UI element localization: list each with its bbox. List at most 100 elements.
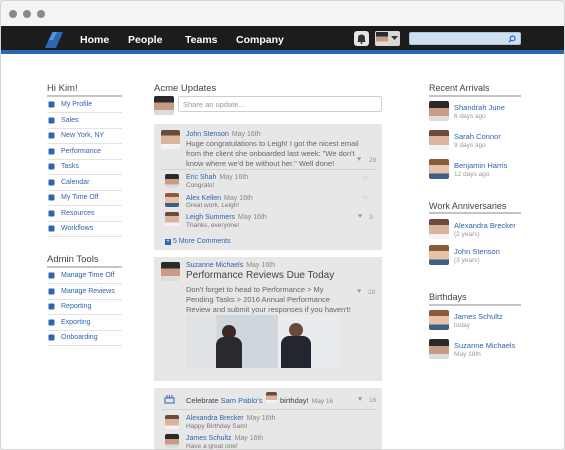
minimize-dot-icon[interactable] [23, 10, 31, 18]
search-input[interactable] [409, 32, 521, 45]
sidebar-item-workflows[interactable]: Workflows [47, 222, 122, 237]
person-subtext: 9 days ago [454, 142, 486, 149]
author-avatar[interactable] [161, 130, 180, 149]
clock-icon [48, 272, 55, 279]
sidebar-item-performance[interactable]: Performance [47, 145, 122, 160]
person-name-link[interactable]: Alexandra Brecker [454, 221, 516, 230]
sidebar-item-reporting[interactable]: Reporting [47, 300, 122, 315]
comment-avatar[interactable] [165, 434, 179, 448]
calendar-icon [48, 179, 55, 186]
sidebar-item-label: Onboarding [61, 334, 98, 341]
comment-date: May 16th [224, 195, 253, 202]
comment-avatar[interactable] [165, 193, 179, 207]
like-heart-icon[interactable]: ♡ [362, 175, 368, 183]
post-text: Don't forget to head to Performance > My… [186, 285, 351, 314]
title-bar [1, 1, 564, 26]
person-name-link[interactable]: Shandrah June [454, 103, 505, 112]
person-name-link[interactable]: John Stenson [454, 247, 500, 256]
person-name-link[interactable]: Sarah Connor [454, 132, 501, 141]
nav-teams[interactable]: Teams [185, 34, 218, 46]
person-subtext: (2 years) [454, 231, 480, 238]
person-avatar[interactable] [429, 101, 449, 121]
user-menu[interactable] [375, 31, 400, 46]
export-icon [48, 319, 55, 326]
person-subtext: today [454, 322, 470, 329]
notifications-bell-icon[interactable] [354, 31, 369, 46]
more-comments-link[interactable]: +5 More Comments [165, 238, 231, 245]
sidebar-item-manage-reviews[interactable]: Manage Reviews [47, 285, 122, 300]
sidebar-item-label: My Profile [61, 101, 93, 108]
admin-tools-title: Admin Tools [47, 254, 99, 265]
maximize-dot-icon[interactable] [37, 10, 45, 18]
comment-avatar[interactable] [165, 212, 179, 226]
sidebar-item-tasks[interactable]: Tasks [47, 160, 122, 175]
like-heart-icon[interactable]: ♥ [357, 156, 361, 163]
browser-window: Home People Teams Company Hi Kim! My Pro… [0, 0, 565, 450]
comment-avatar[interactable] [165, 415, 179, 429]
person-avatar[interactable] [429, 245, 449, 265]
comment-text: Great work, Leigh! [186, 202, 240, 209]
post-author[interactable]: Suzanne Michaels May 16th [186, 262, 275, 269]
post-date: May 16th [231, 131, 261, 138]
person-subtext: 6 days ago [454, 113, 486, 120]
comment-author[interactable]: Eric Shah May 16th [186, 174, 248, 181]
nav-people[interactable]: People [128, 34, 162, 46]
comment-text: Happy Birthday Sam! [186, 423, 248, 430]
divider [429, 95, 521, 97]
sidebar-item-label: Reporting [61, 303, 92, 310]
comment-date: May 16th [219, 174, 249, 181]
nav-company[interactable]: Company [236, 34, 284, 46]
comment-author[interactable]: Alex Kellen May 16th [186, 195, 253, 202]
sidebar-item-my-profile[interactable]: My Profile [47, 98, 122, 113]
author-avatar[interactable] [161, 262, 180, 281]
book-icon [48, 210, 55, 217]
comment-text: Thanks, everyone! [186, 222, 240, 229]
sidebar-item-label: My Time Off [61, 194, 99, 201]
person-name-link[interactable]: Suzanne Michaels [454, 341, 515, 350]
meeting-photo [186, 315, 339, 368]
comment-author[interactable]: Leigh Summers May 16th [186, 214, 267, 221]
comment-author[interactable]: Alexandra Brecker May 16th [186, 415, 275, 422]
share-update-input[interactable]: Share an update... [178, 96, 382, 112]
chart-icon [48, 148, 55, 155]
like-heart-icon[interactable]: ♥ [358, 213, 362, 220]
person-avatar[interactable] [429, 159, 449, 179]
person-name-link[interactable]: Benjamin Harris [454, 161, 507, 170]
birthday-avatar[interactable] [266, 392, 277, 403]
birthday-person-link[interactable]: Sam Pablo's [221, 396, 263, 405]
comment-author[interactable]: James Schultz May 16th [186, 435, 263, 442]
nav-home[interactable]: Home [80, 34, 109, 46]
post-title[interactable]: Performance Reviews Due Today [186, 270, 334, 281]
person-subtext: 12 days ago [454, 171, 490, 178]
plane-icon [48, 194, 55, 201]
person-avatar[interactable] [429, 219, 449, 239]
work-anniversaries-title: Work Anniversaries [429, 201, 507, 211]
sidebar-item-new-york-ny[interactable]: New York, NY [47, 129, 122, 144]
person-avatar[interactable] [429, 310, 449, 330]
like-heart-icon[interactable]: ♥ [358, 396, 362, 403]
sidebar-item-my-time-off[interactable]: My Time Off [47, 191, 122, 206]
search-icon[interactable] [508, 35, 516, 43]
sidebar-item-exporting[interactable]: Exporting [47, 316, 122, 331]
comment-avatar[interactable] [165, 174, 179, 188]
report-icon [48, 303, 55, 310]
comment-date: May 16th [234, 435, 264, 442]
post-author[interactable]: John Stenson May 16th [186, 131, 261, 138]
like-count: 16 [369, 397, 377, 404]
like-heart-icon[interactable]: ♥ [357, 288, 361, 295]
sidebar-item-label: Manage Reviews [61, 287, 115, 295]
sidebar-item-calendar[interactable]: Calendar [47, 176, 122, 191]
sidebar-item-resources[interactable]: Resources [47, 207, 122, 222]
comment-text: Have a great one! [186, 443, 238, 450]
like-heart-icon[interactable]: ♡ [362, 195, 368, 203]
sidebar-item-onboarding[interactable]: Onboarding [47, 331, 122, 346]
close-dot-icon[interactable] [9, 10, 17, 18]
user-avatar [376, 32, 388, 45]
comment-text: Congrats! [186, 182, 215, 189]
person-name-link[interactable]: James Schultz [454, 312, 503, 321]
person-avatar[interactable] [429, 130, 449, 150]
sidebar-item-sales[interactable]: Sales [47, 114, 122, 129]
app-logo-icon[interactable] [43, 30, 65, 50]
person-avatar[interactable] [429, 339, 449, 359]
sidebar-item-manage-time-off[interactable]: Manage Time Off [47, 269, 122, 284]
